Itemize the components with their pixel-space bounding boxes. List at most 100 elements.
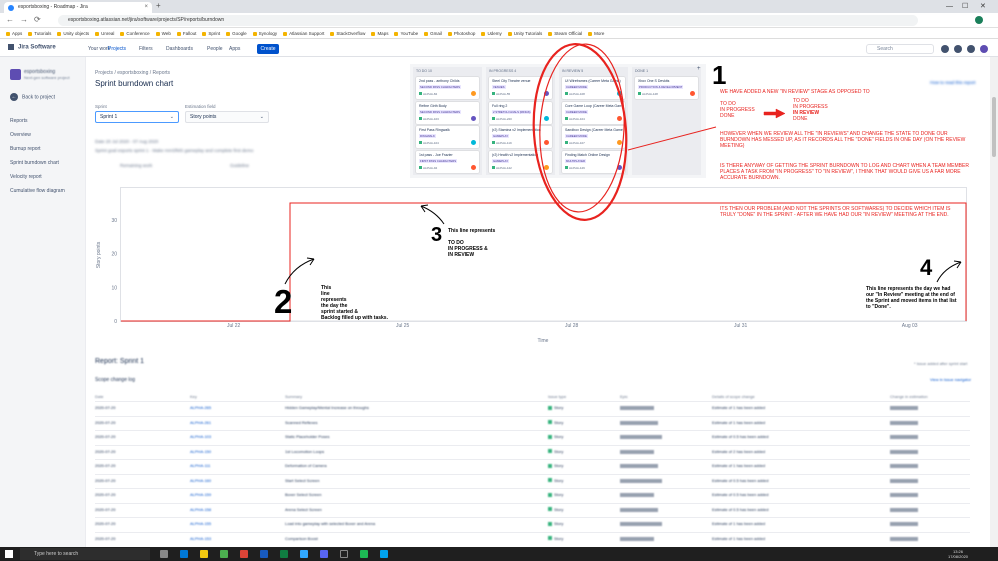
sidebar-item-velocity[interactable]: Velocity report xyxy=(10,174,42,180)
bookmark-item[interactable]: Tutorials xyxy=(28,28,51,38)
sidebar-item-overview[interactable]: Overview xyxy=(10,132,31,138)
nav-projects[interactable]: Projects xyxy=(108,46,126,52)
app-icon[interactable] xyxy=(220,550,228,558)
edge-icon[interactable] xyxy=(180,550,188,558)
sprint-select[interactable]: Sprint 1 ⌄ xyxy=(95,111,179,123)
profile-avatar-icon[interactable] xyxy=(975,16,983,24)
tab-close-icon[interactable]: × xyxy=(144,2,148,13)
user-avatar[interactable] xyxy=(980,45,988,53)
chrome-icon[interactable] xyxy=(240,550,248,558)
new-tab-icon[interactable]: + xyxy=(156,1,161,10)
how-to-read-link[interactable]: How to read this report xyxy=(930,80,976,85)
task-view-icon[interactable] xyxy=(160,550,168,558)
url-input[interactable]: esportsboxing.atlassian.net/jira/softwar… xyxy=(58,15,918,26)
discord-icon[interactable] xyxy=(320,550,328,558)
bookmark-item[interactable]: Atlassian Support xyxy=(283,28,324,38)
board-card[interactable]: (r2) Health v2 Implementation GAMEPLAY ALP… xyxy=(489,150,552,173)
app-switcher-icon[interactable] xyxy=(8,44,14,50)
windows-start-icon[interactable] xyxy=(5,550,13,558)
line3-item: IN REVIEW xyxy=(448,252,475,258)
board-card[interactable]: Refine Girth Body SECOND PASS CHARACTERS A… xyxy=(416,101,479,124)
row-issue-key[interactable]: ALPHA-111 xyxy=(190,463,211,468)
board-card[interactable]: (r2) Stamina v2 Implementation GAMEPLAY AL… xyxy=(489,126,552,148)
board-card[interactable]: Full ring 22 STRETCH GOALS (RINGS) ALPHA-… xyxy=(489,101,552,124)
bookmark-item[interactable]: Sprint xyxy=(202,28,220,38)
bookmark-item[interactable]: Web xyxy=(156,28,171,38)
sidebar-item-cumulative-flow[interactable]: Cumulative flow diagram xyxy=(10,188,65,194)
jira-logo[interactable]: Jira Software xyxy=(8,44,56,51)
bookmark-item[interactable]: Photoshop xyxy=(448,28,476,38)
bookmark-item[interactable]: StackOverflow xyxy=(330,28,365,38)
board-card[interactable]: Finding Match Online Design MULTIPLAYER AL… xyxy=(562,150,625,173)
word-icon[interactable] xyxy=(260,550,268,558)
back-icon[interactable]: ← xyxy=(6,15,14,24)
estimation-select[interactable]: Story points ⌄ xyxy=(185,111,269,123)
skype-icon[interactable] xyxy=(380,550,388,558)
row-issue-type: Story xyxy=(548,536,563,541)
unity-icon[interactable] xyxy=(340,550,348,558)
page-scrollbar[interactable] xyxy=(990,57,998,547)
maximize-icon[interactable]: ☐ xyxy=(962,0,968,13)
bookmark-item[interactable]: Apps xyxy=(6,28,22,38)
browser-tab[interactable]: esportsboxing - Roadmap - Jira × xyxy=(4,2,152,13)
nav-your-work[interactable]: Your work xyxy=(88,46,110,52)
sidebar-item-sprint-burndown[interactable]: Sprint burndown chart xyxy=(10,160,59,166)
row-epic-badge xyxy=(620,464,658,468)
row-issue-key[interactable]: ALPHA-261 xyxy=(190,420,211,425)
bookmark-item[interactable]: YouTube xyxy=(394,28,418,38)
bookmark-item[interactable]: Udemy xyxy=(481,28,501,38)
sidebar-item-burnup[interactable]: Burnup report xyxy=(10,146,41,152)
bookmark-item[interactable]: Steam Official xyxy=(548,28,582,38)
row-issue-key[interactable]: ALPHA-103 xyxy=(190,434,211,439)
minimize-icon[interactable]: — xyxy=(946,0,953,13)
reload-icon[interactable]: ⟳ xyxy=(34,15,41,24)
bookmark-item[interactable]: Google xyxy=(226,28,247,38)
bookmark-item[interactable]: Conference xyxy=(120,28,149,38)
forward-icon[interactable]: → xyxy=(20,15,28,24)
nav-dashboards[interactable]: Dashboards xyxy=(166,46,193,52)
breadcrumb[interactable]: Projects / esportsboxing / Reports xyxy=(95,70,170,76)
row-issue-key[interactable]: ALPHA-160 xyxy=(190,478,211,483)
photoshop-icon[interactable] xyxy=(300,550,308,558)
file-explorer-icon[interactable] xyxy=(200,550,208,558)
nav-people[interactable]: People xyxy=(207,46,223,52)
bookmark-item[interactable]: Unity objects xyxy=(57,28,89,38)
board-card[interactable]: Core Game Loop (Career Meta Game) CAREER … xyxy=(562,101,625,124)
bookmark-item[interactable]: Gmail xyxy=(424,28,442,38)
issue-navigator-link[interactable]: View in Issue navigator xyxy=(930,377,971,382)
settings-icon[interactable] xyxy=(967,45,975,53)
window-close-icon[interactable]: ✕ xyxy=(980,0,986,13)
notifications-icon[interactable] xyxy=(941,45,949,53)
bookmark-item[interactable]: Synology xyxy=(253,28,278,38)
board-card[interactable]: UI Wireframes (Career Meta Game) CAREER M… xyxy=(562,77,625,99)
spotify-icon[interactable] xyxy=(360,550,368,558)
bookmark-item[interactable]: Fallout xyxy=(177,28,197,38)
sidebar-section-reports[interactable]: Reports xyxy=(10,118,28,124)
row-issue-key[interactable]: ALPHA-153 xyxy=(190,536,211,541)
nav-filters[interactable]: Filters xyxy=(139,46,153,52)
back-to-project-link[interactable]: ← Back to project xyxy=(10,93,55,101)
search-input[interactable]: Search xyxy=(866,44,934,54)
board-card[interactable]: First Pass Ringwalk RINGWALK ALPHA-104 xyxy=(416,126,479,148)
board-card[interactable]: Xbox One S Devkits PRODUCTION & DEVELOPME… xyxy=(635,77,698,99)
nav-apps[interactable]: Apps xyxy=(229,46,240,52)
row-issue-key[interactable]: ALPHA-150 xyxy=(190,449,211,454)
taskbar-clock[interactable]: 13:26 17/08/2020 xyxy=(948,549,968,559)
board-card[interactable]: Sandbox Design (Career Meta Game) CAREER … xyxy=(562,126,625,148)
help-icon[interactable] xyxy=(954,45,962,53)
bookmark-item[interactable]: Maps xyxy=(371,28,388,38)
row-issue-key[interactable]: ALPHA-158 xyxy=(190,507,211,512)
bookmark-item[interactable]: Unreal xyxy=(95,28,114,38)
bookmark-item[interactable]: More xyxy=(588,28,604,38)
bookmark-item[interactable]: Unity Tutorials xyxy=(508,28,543,38)
board-card[interactable]: 1st pass - Joe Frazier FIRST PASS CHARACT… xyxy=(416,150,479,173)
excel-icon[interactable] xyxy=(280,550,288,558)
row-issue-key[interactable]: ALPHA-265 xyxy=(190,405,211,410)
row-issue-key[interactable]: ALPHA-155 xyxy=(190,521,211,526)
scrollbar-thumb[interactable] xyxy=(992,97,996,157)
row-issue-key[interactable]: ALPHA-159 xyxy=(190,492,211,497)
board-card[interactable]: Steel City Theatre venue VENUES ALPHA-55 xyxy=(489,77,552,99)
create-button[interactable]: Create xyxy=(257,44,279,54)
taskbar-search-input[interactable]: Type here to search xyxy=(20,548,150,560)
board-card[interactable]: 2nd pass - anthony Childs SECOND PASS CHA… xyxy=(416,77,479,99)
